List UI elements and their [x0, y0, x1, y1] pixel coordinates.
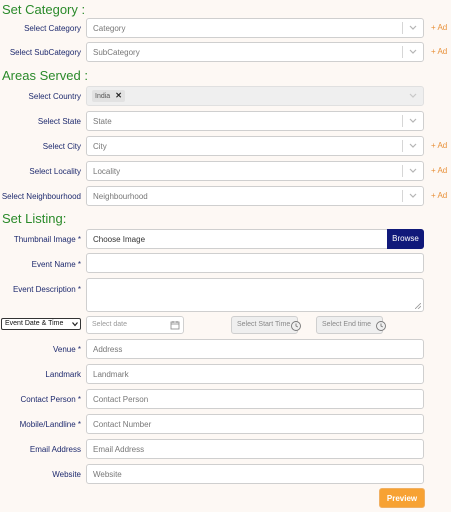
- subcategory-placeholder: SubCategory: [93, 48, 140, 57]
- remove-chip-icon[interactable]: ✕: [115, 91, 122, 100]
- thumbnail-file-input[interactable]: Choose Image Browse: [86, 229, 424, 249]
- website-input[interactable]: Website: [86, 464, 424, 484]
- email-placeholder: Email Address: [93, 445, 145, 454]
- browse-button[interactable]: Browse: [387, 229, 424, 249]
- event-description-textarea[interactable]: [86, 278, 424, 312]
- select-separator: [402, 22, 403, 34]
- contact-person-placeholder: Contact Person: [93, 395, 149, 404]
- landmark-label: Landmark: [45, 370, 81, 379]
- venue-label: Venue *: [52, 345, 81, 354]
- start-time-button[interactable]: Select Start Time: [231, 316, 301, 334]
- select-date-input[interactable]: Select date: [86, 316, 184, 334]
- chevron-down-icon[interactable]: [408, 190, 418, 202]
- select-state-label: Select State: [37, 117, 81, 126]
- thumbnail-placeholder: Choose Image: [93, 235, 146, 244]
- state-select[interactable]: State: [86, 111, 424, 131]
- country-chip-label: India: [95, 93, 111, 100]
- venue-placeholder: Address: [93, 345, 123, 354]
- locality-select[interactable]: Locality: [86, 161, 424, 181]
- contact-person-input[interactable]: Contact Person: [86, 389, 424, 409]
- category-select[interactable]: Category: [86, 18, 424, 38]
- contact-person-label: Contact Person *: [20, 395, 81, 404]
- website-label: Website: [52, 470, 81, 479]
- add-subcategory-link[interactable]: + Ad: [431, 47, 447, 56]
- chevron-down-icon[interactable]: [408, 22, 418, 34]
- date-type-value: Event Date & Time: [5, 320, 64, 327]
- city-select[interactable]: City: [86, 136, 424, 156]
- select-locality-label: Select Locality: [29, 167, 81, 176]
- select-city-label: Select City: [42, 142, 81, 151]
- add-locality-link[interactable]: + Ad: [431, 166, 447, 175]
- date-placeholder: Select date: [92, 321, 128, 328]
- event-name-label: Event Name *: [31, 260, 81, 269]
- select-category-label: Select Category: [24, 24, 81, 33]
- mobile-input[interactable]: Contact Number: [86, 414, 424, 434]
- select-separator: [402, 115, 403, 127]
- neighbourhood-placeholder: Neighbourhood: [93, 192, 148, 201]
- category-placeholder: Category: [93, 24, 126, 33]
- date-type-select[interactable]: Event Date & Time: [1, 318, 81, 330]
- select-country-label: Select Country: [28, 92, 81, 101]
- add-neighbourhood-link[interactable]: + Ad: [431, 191, 447, 200]
- chevron-down-icon[interactable]: [408, 90, 418, 102]
- clock-icon: [376, 321, 386, 331]
- select-separator: [402, 140, 403, 152]
- select-separator: [402, 46, 403, 58]
- locality-placeholder: Locality: [93, 167, 121, 176]
- country-select[interactable]: India ✕: [86, 86, 424, 106]
- select-neighbourhood-label: Select Neighbourhood: [1, 192, 81, 201]
- event-description-label: Event Description *: [12, 285, 81, 294]
- landmark-placeholder: Landmark: [93, 370, 129, 379]
- select-separator: [402, 165, 403, 177]
- clock-icon: [291, 321, 301, 331]
- country-chip: India ✕: [92, 90, 125, 102]
- calendar-icon[interactable]: [170, 320, 180, 330]
- start-time-label: Select Start Time: [237, 321, 291, 328]
- state-placeholder: State: [93, 117, 112, 126]
- mobile-placeholder: Contact Number: [93, 420, 152, 429]
- landmark-input[interactable]: Landmark: [86, 364, 424, 384]
- subcategory-select[interactable]: SubCategory: [86, 42, 424, 62]
- city-placeholder: City: [93, 142, 107, 151]
- website-placeholder: Website: [93, 470, 122, 479]
- add-city-link[interactable]: + Ad: [431, 141, 447, 150]
- event-name-input[interactable]: [86, 253, 424, 273]
- set-listing-title: Set Listing:: [2, 211, 67, 226]
- chevron-down-icon[interactable]: [408, 140, 418, 152]
- thumbnail-label: Thumbnail Image *: [13, 235, 81, 244]
- select-separator: [402, 190, 403, 202]
- end-time-label: Select End time: [322, 321, 372, 328]
- venue-input[interactable]: Address: [86, 339, 424, 359]
- mobile-label: Mobile/Landline *: [19, 420, 81, 429]
- select-subcategory-label: Select SubCategory: [9, 48, 81, 57]
- chevron-down-icon[interactable]: [408, 115, 418, 127]
- email-input[interactable]: Email Address: [86, 439, 424, 459]
- email-label: Email Address: [29, 445, 81, 454]
- preview-button[interactable]: Preview: [379, 488, 425, 508]
- chevron-down-icon[interactable]: [408, 46, 418, 58]
- end-time-button[interactable]: Select End time: [316, 316, 386, 334]
- set-category-title: Set Category :: [2, 2, 86, 17]
- add-category-link[interactable]: + Ad: [431, 23, 447, 32]
- chevron-down-icon[interactable]: [408, 165, 418, 177]
- chevron-down-icon[interactable]: [72, 321, 78, 327]
- neighbourhood-select[interactable]: Neighbourhood: [86, 186, 424, 206]
- resize-grip-icon[interactable]: [415, 303, 421, 309]
- areas-served-title: Areas Served :: [2, 68, 88, 83]
